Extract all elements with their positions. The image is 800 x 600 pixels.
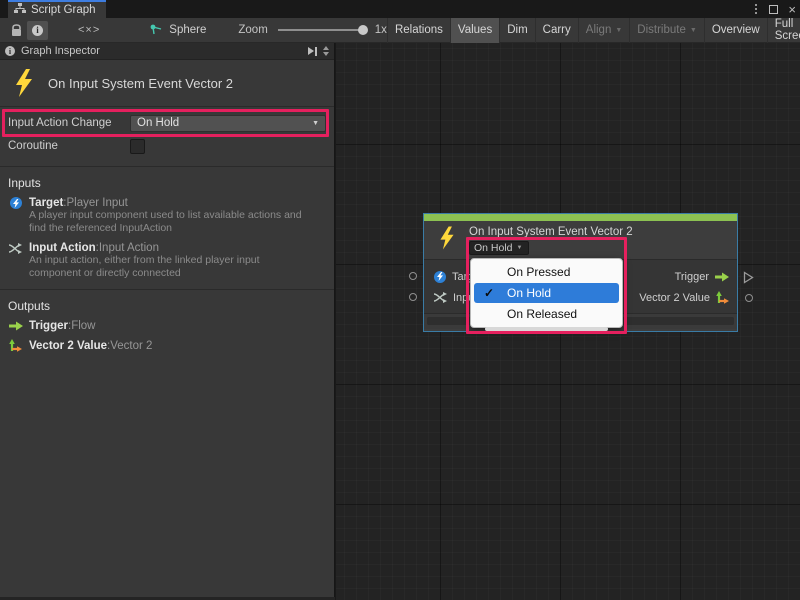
graph-inspector-header: i Graph Inspector	[0, 43, 334, 60]
inputs-heading: Inputs	[8, 176, 334, 190]
input-action-change-label: Input Action Change	[8, 117, 130, 129]
player-input-icon	[8, 197, 23, 209]
mode-dropdown-menu: On Pressed ✓ On Hold On Released	[470, 258, 623, 328]
zoom-slider[interactable]	[278, 29, 366, 31]
chevron-down-icon: ▼	[517, 245, 523, 251]
menu-item-on-hold[interactable]: ✓ On Hold	[474, 283, 619, 303]
flow-arrow-icon	[8, 321, 23, 331]
unit-title-block: On Input System Event Vector 2	[0, 60, 334, 107]
dim-button[interactable]: Dim	[499, 18, 534, 43]
align-button[interactable]: Align▼	[578, 18, 630, 43]
chevron-down-icon: ▼	[615, 27, 622, 34]
node-event-color-bar	[424, 214, 737, 221]
outputs-heading: Outputs	[8, 299, 334, 313]
vector2-icon	[716, 291, 729, 304]
tab-script-graph[interactable]: Script Graph	[8, 0, 106, 18]
output-item-vector2: Vector 2 Value : Vector 2	[0, 339, 334, 352]
graph-inspector-title: Graph Inspector	[21, 45, 100, 57]
chevron-down-icon: ▼	[690, 27, 697, 34]
output-flow-port-triangle[interactable]	[743, 271, 754, 284]
checkmark-icon: ✓	[484, 286, 494, 300]
inspector-toggle-button[interactable]: i	[27, 21, 48, 40]
input-item-description: An input action, either from the linked …	[29, 254, 334, 280]
graph-hierarchy-icon	[14, 3, 26, 17]
lock-button[interactable]	[6, 21, 27, 40]
zoom-label: Zoom	[238, 24, 267, 36]
maximize-icon[interactable]	[769, 5, 778, 14]
graph-inspector-panel: i Graph Inspector On Input System Event …	[0, 43, 335, 597]
full-screen-button[interactable]: Full Screen	[767, 18, 800, 43]
graph-target-indicator[interactable]: Sphere	[150, 24, 206, 36]
toolbar-button-group: Relations Values Dim Carry Align▼ Distri…	[387, 18, 800, 43]
input-item-description: A player input component used to list av…	[29, 209, 334, 235]
flow-arrow-icon	[715, 272, 729, 282]
view-code-button[interactable]: <×>	[70, 24, 108, 36]
overview-button[interactable]: Overview	[704, 18, 767, 43]
info-icon: i	[5, 46, 15, 56]
input-port-circle[interactable]	[409, 293, 417, 301]
input-port-circle[interactable]	[409, 272, 417, 280]
dock-panel-icon[interactable]	[308, 47, 317, 56]
node-graph-icon	[150, 24, 163, 36]
values-button[interactable]: Values	[450, 18, 499, 43]
vector2-icon	[8, 339, 23, 352]
graph-toolbar: i <×> Sphere Zoom 1x Relations Values Di…	[0, 18, 800, 43]
node-header: On Input System Event Vector 2 On Hold ▼	[424, 221, 737, 259]
scroll-spinner[interactable]	[323, 46, 329, 56]
lightning-bolt-icon	[13, 69, 35, 97]
distribute-button[interactable]: Distribute▼	[629, 18, 704, 43]
coroutine-checkbox[interactable]	[130, 139, 145, 154]
inputs-section: Inputs Target : Player Input A player in…	[0, 176, 334, 290]
port-vector2-value[interactable]: Vector 2 Value	[639, 291, 729, 304]
carry-button[interactable]: Carry	[535, 18, 578, 43]
window-tab-bar: Script Graph ×	[0, 0, 800, 18]
input-action-change-dropdown[interactable]: On Hold ▼	[130, 115, 326, 132]
coroutine-row: Coroutine	[0, 137, 334, 155]
input-item-target: Target : Player Input A player input com…	[0, 197, 334, 235]
graph-target-label: Sphere	[169, 24, 206, 36]
zoom-value: 1x	[375, 24, 387, 36]
tab-label: Script Graph	[31, 4, 96, 16]
kebab-menu-icon[interactable]	[753, 3, 759, 15]
unit-title: On Input System Event Vector 2	[48, 76, 233, 91]
port-trigger[interactable]: Trigger	[675, 271, 729, 283]
output-port-circle[interactable]	[745, 294, 753, 302]
info-icon: i	[32, 25, 43, 36]
node-mode-dropdown[interactable]: On Hold ▼	[469, 241, 529, 255]
coroutine-label: Coroutine	[8, 140, 130, 152]
input-action-change-row: Input Action Change On Hold ▼	[0, 114, 334, 132]
relations-button[interactable]: Relations	[387, 18, 450, 43]
lightning-bolt-icon	[438, 226, 456, 250]
input-action-icon	[8, 243, 23, 254]
node-title: On Input System Event Vector 2	[469, 226, 633, 238]
graph-canvas[interactable]: On Input System Event Vector 2 On Hold ▼…	[336, 43, 800, 600]
menu-item-on-pressed[interactable]: On Pressed	[471, 261, 622, 283]
outputs-section: Outputs Trigger : Flow Vector 2 Value : …	[0, 299, 334, 361]
close-icon[interactable]: ×	[788, 3, 796, 16]
menu-scroll-strip	[485, 327, 608, 331]
chevron-down-icon: ▼	[312, 120, 319, 127]
input-item-input-action: Input Action : Input Action An input act…	[0, 242, 334, 280]
unit-settings: Input Action Change On Hold ▼ Coroutine	[0, 107, 334, 167]
menu-item-on-released[interactable]: On Released	[471, 303, 622, 325]
player-input-icon	[434, 271, 446, 283]
lock-icon	[11, 24, 22, 37]
output-item-trigger: Trigger : Flow	[0, 320, 334, 332]
zoom-control: Zoom 1x	[238, 24, 387, 36]
zoom-slider-handle[interactable]	[358, 25, 368, 35]
input-action-icon	[434, 292, 447, 303]
